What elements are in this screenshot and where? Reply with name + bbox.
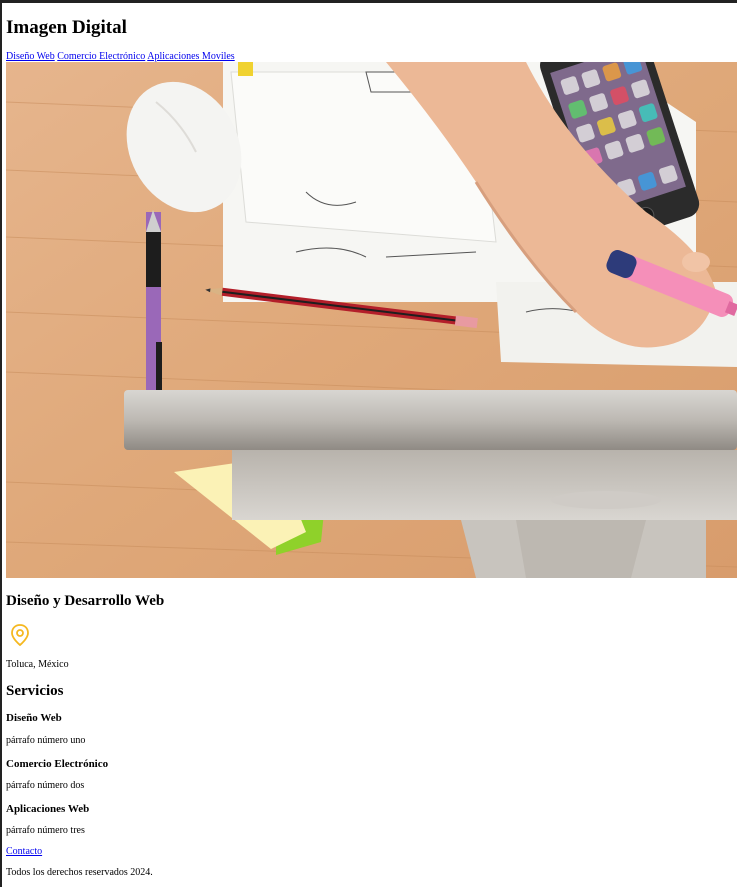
contact-link[interactable]: Contacto: [6, 845, 42, 858]
location-text: Toluca, México: [6, 659, 69, 670]
window-top-border: [0, 0, 737, 3]
section-heading-diseno: Diseño y Desarrollo Web: [6, 593, 165, 609]
service-text-diseno-web: párrafo número uno: [6, 735, 86, 746]
hero-image: [6, 62, 737, 578]
window-left-border: [0, 0, 2, 887]
services-heading: Servicios: [6, 683, 64, 699]
map-pin-icon: [9, 623, 31, 647]
nav-link-diseno-web[interactable]: Diseño Web: [6, 51, 55, 62]
service-title-comercio-electronico: Comercio Electrónico: [6, 758, 109, 770]
footer-copyright: Todos los derechos reservados 2024.: [6, 867, 153, 878]
service-text-aplicaciones-web: párrafo número tres: [6, 825, 85, 836]
service-title-diseno-web: Diseño Web: [6, 712, 62, 724]
site-title: Imagen Digital: [6, 17, 127, 38]
nav-link-aplicaciones-moviles[interactable]: Aplicaciones Moviles: [147, 51, 234, 62]
service-text-comercio-electronico: párrafo número dos: [6, 780, 85, 791]
nav-link-comercio-electronico[interactable]: Comercio Electrónico: [57, 51, 145, 62]
service-title-aplicaciones-web: Aplicaciones Web: [6, 803, 90, 815]
